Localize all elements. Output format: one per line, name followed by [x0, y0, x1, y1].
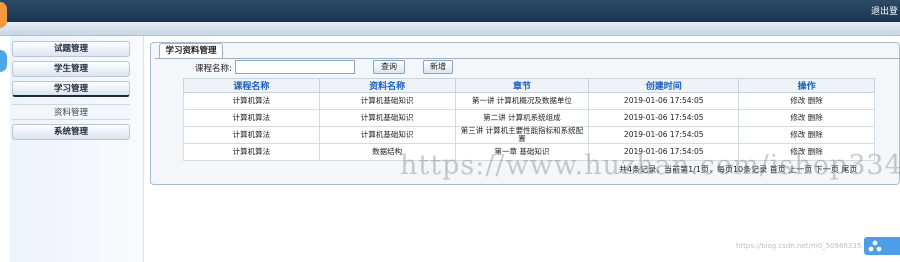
- cell-material: 计算机基础知识: [318, 109, 456, 127]
- cell-actions: 修改 删除: [738, 92, 875, 110]
- column-header-material[interactable]: 资料名称: [318, 78, 456, 93]
- share-icon: [868, 240, 882, 255]
- sidebar-item-system[interactable]: 系统管理: [12, 124, 130, 140]
- cell-actions: 修改 删除: [738, 109, 875, 127]
- tab-divider: [155, 58, 899, 59]
- delete-link[interactable]: 删除: [808, 130, 823, 139]
- delete-link[interactable]: 删除: [808, 113, 823, 122]
- top-header: 退出登: [0, 0, 900, 22]
- cell-course: 计算机算法: [183, 92, 320, 110]
- decorative-tab-orange: [0, 2, 7, 28]
- decorative-tab-blue: [0, 50, 7, 72]
- column-header-actions: 操作: [738, 78, 875, 93]
- course-name-input[interactable]: [235, 60, 355, 74]
- cell-material: 计算机基础知识: [318, 126, 456, 144]
- column-header-course[interactable]: 课程名称: [183, 78, 320, 93]
- materials-table: 课程名称 资料名称 章节 创建时间 操作 计算机算法 计算机基础知识 第一讲 计…: [183, 78, 875, 161]
- search-label: 课程名称:: [195, 64, 232, 74]
- sidebar: 试题管理 学生管理 学习管理 资料管理 系统管理: [10, 36, 144, 262]
- delete-link[interactable]: 删除: [808, 96, 823, 105]
- sidebar-item-study[interactable]: 学习管理: [12, 81, 130, 97]
- table-header-row: 课程名称 资料名称 章节 创建时间 操作: [183, 78, 875, 93]
- cell-material: 计算机基础知识: [318, 92, 456, 110]
- sidebar-item-students[interactable]: 学生管理: [12, 61, 130, 77]
- logout-link[interactable]: 退出登: [871, 4, 898, 17]
- watermark-text: https://www.huzhan.com/ishop33466: [400, 150, 900, 181]
- edit-link[interactable]: 修改: [790, 130, 805, 139]
- floating-share-button[interactable]: [864, 237, 900, 255]
- new-button[interactable]: 新增: [423, 60, 453, 74]
- table-row: 计算机算法 计算机基础知识 第二讲 计算机系统组成 2019-01-06 17:…: [183, 109, 875, 127]
- column-header-created[interactable]: 创建时间: [588, 78, 740, 93]
- cell-course: 计算机算法: [183, 143, 320, 161]
- cell-created: 2019-01-06 17:54:05: [588, 92, 740, 110]
- cell-chapter: 第三讲 计算机主要性能指标和系统配置: [454, 126, 590, 144]
- sidebar-subitem-materials[interactable]: 资料管理: [12, 104, 130, 120]
- edit-link[interactable]: 修改: [790, 113, 805, 122]
- tab-study-materials[interactable]: 学习资料管理: [159, 43, 223, 58]
- edit-link[interactable]: 修改: [790, 96, 805, 105]
- table-row: 计算机算法 计算机基础知识 第一讲 计算机概况及数据单位 2019-01-06 …: [183, 92, 875, 110]
- cell-created: 2019-01-06 17:54:05: [588, 109, 740, 127]
- cell-chapter: 第一讲 计算机概况及数据单位: [454, 92, 590, 110]
- query-button[interactable]: 查询: [373, 60, 405, 74]
- column-header-chapter[interactable]: 章节: [454, 78, 590, 93]
- credit-text: https://blog.csdn.net/m0_50986335: [736, 242, 862, 250]
- sidebar-item-exam[interactable]: 试题管理: [12, 41, 130, 57]
- sub-header-bar: [0, 22, 900, 36]
- cell-course: 计算机算法: [183, 109, 320, 127]
- table-row: 计算机算法 计算机基础知识 第三讲 计算机主要性能指标和系统配置 2019-01…: [183, 126, 875, 144]
- cell-created: 2019-01-06 17:54:05: [588, 126, 740, 144]
- cell-chapter: 第二讲 计算机系统组成: [454, 109, 590, 127]
- cell-actions: 修改 删除: [738, 126, 875, 144]
- cell-course: 计算机算法: [183, 126, 320, 144]
